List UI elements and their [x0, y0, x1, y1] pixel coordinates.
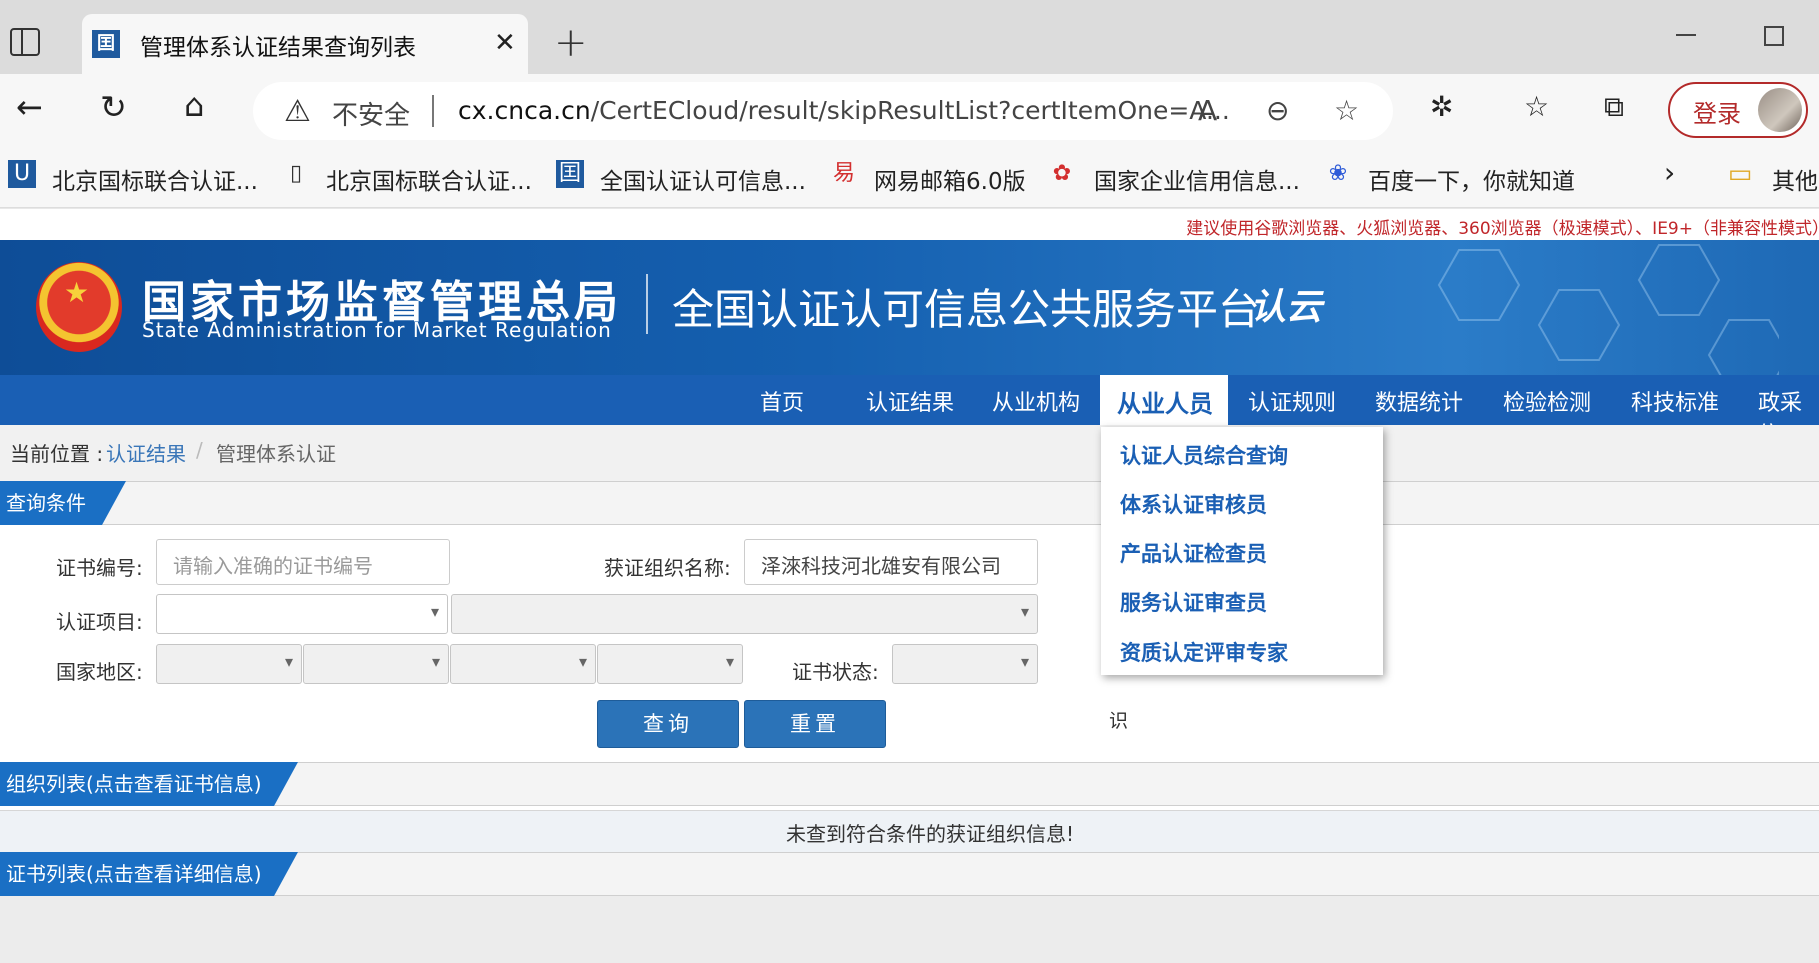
bookmark-item[interactable]: 网易邮箱6.0版: [874, 162, 1026, 196]
footer-area: [0, 896, 1819, 963]
bookmark-item[interactable]: 北京国标联合认证...: [326, 162, 532, 196]
cnca-icon: 囯: [556, 160, 584, 188]
cert-status-label: 证书状态:: [792, 660, 879, 684]
bookmark-item[interactable]: 全国认证认可信息...: [600, 162, 806, 196]
breadcrumb-separator: /: [196, 438, 203, 462]
browser-notice: 建议使用谷歌浏览器、火狐浏览器、360浏览器（极速模式）、IE9+（非兼容性模式…: [1186, 219, 1819, 239]
nav-item-cert-results[interactable]: 认证结果: [866, 385, 954, 417]
emblem-star-icon: ★: [64, 276, 90, 309]
login-label[interactable]: 登录: [1693, 94, 1741, 129]
org-list-section-title: 组织列表(点击查看证书信息): [0, 762, 298, 806]
banner-separator: [646, 274, 648, 334]
nav-item-statistics[interactable]: 数据统计: [1375, 385, 1463, 417]
refresh-icon[interactable]: ↻: [100, 88, 127, 126]
url-path: /CertECloud/result/skipResultList?certIt…: [590, 96, 1230, 125]
bookmark-item[interactable]: 国家企业信用信息...: [1094, 162, 1300, 196]
dropdown-item-qualification-expert[interactable]: 资质认定评审专家: [1120, 637, 1288, 667]
folder-icon: ▭: [1727, 159, 1753, 189]
region-select-2[interactable]: [303, 644, 449, 684]
hex-pattern-decoration: [1437, 244, 1779, 375]
tab-title[interactable]: 管理体系认证结果查询列表: [140, 28, 416, 62]
reset-button[interactable]: 重置: [744, 700, 886, 748]
url-domain: cx.cnca.cn: [458, 96, 591, 125]
avatar[interactable]: [1758, 88, 1802, 132]
region-select-1[interactable]: [156, 644, 302, 684]
cert-status-select[interactable]: [892, 644, 1038, 684]
breadcrumb-current: 管理体系认证: [216, 442, 336, 466]
bookmark-site-icon: U: [8, 160, 36, 188]
new-tab-icon[interactable]: +: [554, 20, 588, 66]
nav-item-standards[interactable]: 科技标准: [1631, 385, 1719, 417]
nav-item-institutions[interactable]: 从业机构: [992, 385, 1080, 417]
nav-item-inspection[interactable]: 检验检测: [1503, 385, 1591, 417]
insecure-label[interactable]: 不安全: [332, 95, 410, 132]
add-favorite-icon[interactable]: ☆: [1334, 94, 1359, 127]
back-icon[interactable]: ←: [16, 88, 43, 126]
nav-item-rules[interactable]: 认证规则: [1248, 385, 1336, 417]
cert-item-label: 认证项目:: [56, 610, 143, 634]
tab-close-icon[interactable]: ✕: [494, 28, 516, 58]
region-label: 国家地区:: [56, 660, 143, 684]
nav-item-home[interactable]: 首页: [760, 385, 804, 417]
cert-no-label: 证书编号:: [56, 556, 143, 580]
collections-icon[interactable]: ⧉: [1604, 90, 1624, 124]
bookmark-item[interactable]: 百度一下，你就知道: [1368, 162, 1575, 196]
query-button[interactable]: 查询: [597, 700, 739, 748]
bookmark-item[interactable]: 北京国标联合认证...: [52, 162, 258, 196]
page-icon: ▯: [289, 161, 303, 186]
cert-subitem-select[interactable]: [451, 594, 1038, 634]
empty-result-message: 未查到符合条件的获证组织信息!: [786, 822, 1075, 846]
more-bookmarks-icon[interactable]: ›: [1664, 156, 1675, 189]
warning-icon[interactable]: ⚠: [284, 94, 311, 129]
huawei-icon: ✿: [1052, 161, 1072, 186]
nav-item-personnel[interactable]: 从业人员: [1117, 384, 1213, 419]
cloud-logo: 认云: [1250, 287, 1323, 328]
region-select-4[interactable]: [597, 644, 743, 684]
window-minimize-icon[interactable]: [1676, 34, 1696, 36]
bookmark-folder[interactable]: 其他: [1772, 162, 1818, 196]
read-aloud-icon[interactable]: A: [1198, 94, 1217, 127]
query-section-header: [0, 481, 1819, 525]
favorites-icon[interactable]: ☆: [1524, 90, 1549, 123]
breadcrumb-parent-link[interactable]: 认证结果: [106, 438, 186, 467]
home-icon[interactable]: ⌂: [184, 86, 204, 124]
dropdown-item-system-auditor[interactable]: 体系认证审核员: [1120, 489, 1267, 519]
cert-no-input[interactable]: 请输入准确的证书编号: [156, 539, 450, 585]
extensions-icon[interactable]: ✲: [1430, 90, 1453, 123]
platform-title: 全国认证认可信息公共服务平台: [672, 285, 1261, 334]
dropdown-item-comprehensive[interactable]: 认证人员综合查询: [1120, 440, 1288, 470]
cert-list-section-title: 证书列表(点击查看详细信息): [0, 852, 298, 896]
stray-text: 识: [1109, 710, 1129, 732]
netease-icon: 易: [832, 161, 855, 186]
cert-item-select[interactable]: [156, 594, 448, 634]
dropdown-item-product-inspector[interactable]: 产品认证检查员: [1120, 538, 1267, 568]
tab-favicon-icon: 囯: [92, 30, 120, 58]
sidebar-toggle-icon[interactable]: [10, 28, 40, 56]
breadcrumb-prefix: 当前位置 :: [10, 442, 104, 466]
org-name-input[interactable]: 泽淶科技河北雄安有限公司: [744, 539, 1038, 585]
dropdown-item-service-reviewer[interactable]: 服务认证审查员: [1120, 587, 1267, 617]
window-maximize-icon[interactable]: [1764, 26, 1784, 46]
baidu-icon: ❀: [1328, 161, 1348, 186]
agency-name-en: State Administration for Market Regulati…: [142, 318, 612, 342]
org-name-label: 获证组织名称:: [604, 556, 731, 580]
region-select-3[interactable]: [450, 644, 596, 684]
url-text[interactable]: cx.cnca.cn/CertECloud/result/skipResultL…: [458, 96, 1230, 125]
zoom-out-icon[interactable]: ⊖: [1266, 94, 1289, 127]
address-separator: [432, 95, 434, 127]
